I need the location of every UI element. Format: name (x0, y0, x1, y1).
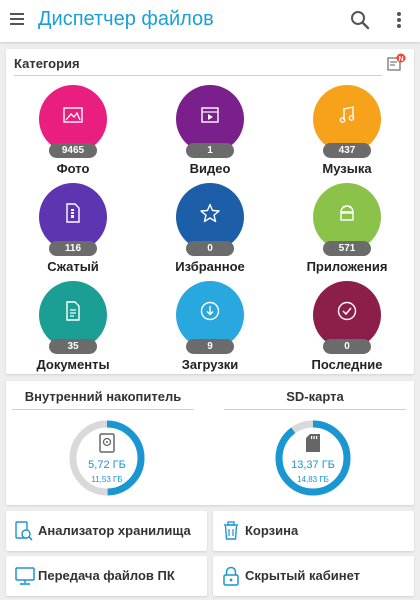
archive-label: Сжатый (47, 259, 99, 274)
internal-used: 5,72 ГБ (88, 459, 126, 471)
android-icon (340, 205, 354, 221)
video-icon (201, 107, 219, 123)
storage-analyzer-label: Анализатор хранилища (38, 523, 191, 538)
sd-card-icon (306, 434, 320, 452)
trash-icon (224, 521, 238, 540)
downloads-count: 9 (186, 339, 234, 354)
documents-label: Документы (36, 357, 110, 372)
sd-total: 14,83 ГБ (297, 475, 329, 484)
internal-storage-divider (12, 409, 194, 410)
favorites-label: Избранное (175, 259, 245, 274)
pc-transfer-button[interactable]: Передача файлов ПК (6, 556, 207, 596)
image-icon (63, 107, 83, 123)
app-bar: Диспетчер файлов (0, 0, 420, 42)
storage-analyzer-icon (15, 521, 33, 541)
star-icon (200, 203, 220, 223)
sd-card-divider (224, 409, 406, 410)
category-tile-photo[interactable]: 9465 Фото (13, 85, 133, 181)
pc-transfer-label: Передача файлов ПК (38, 568, 175, 583)
app-title: Диспетчер файлов (38, 8, 214, 30)
video-count: 1 (186, 143, 234, 158)
sd-card-ring[interactable]: 13,37 ГБ 14,83 ГБ (273, 418, 353, 498)
category-header: Категория (14, 56, 80, 71)
internal-storage-gauge (69, 420, 145, 496)
category-card: Категория N 9465 Фото 1 Видео 437 Музыка… (6, 49, 414, 374)
category-tile-apps[interactable]: 571 Приложения (287, 183, 407, 279)
trash-label: Корзина (245, 523, 299, 538)
hidden-cabinet-label: Скрытый кабинет (245, 568, 361, 583)
category-divider (14, 75, 382, 76)
edit-notes-icon[interactable]: N (386, 53, 406, 73)
apps-label: Приложения (306, 259, 388, 274)
music-label: Музыка (322, 161, 372, 176)
lock-icon (223, 566, 239, 586)
internal-total: 11,53 ГБ (91, 475, 123, 484)
archive-count: 116 (49, 241, 97, 256)
photo-label: Фото (56, 161, 90, 176)
sd-card-gauge (275, 420, 351, 496)
category-tile-archive[interactable]: 116 Сжатый (13, 183, 133, 279)
internal-storage-ring[interactable]: 5,72 ГБ 11,53 ГБ (67, 418, 147, 498)
more-vert-icon[interactable] (397, 12, 401, 28)
category-tile-music[interactable]: 437 Музыка (287, 85, 407, 181)
photo-count: 9465 (49, 143, 97, 158)
search-icon[interactable] (350, 10, 370, 30)
internal-storage-icon (99, 433, 115, 453)
recent-label: Последние (311, 357, 383, 372)
trash-button[interactable]: Корзина (213, 511, 414, 551)
download-icon (200, 301, 220, 321)
category-tile-favorites[interactable]: 0 Избранное (150, 183, 270, 279)
pc-monitor-icon (15, 567, 35, 585)
storage-analyzer-button[interactable]: Анализатор хранилища (6, 511, 207, 551)
music-note-icon (339, 106, 355, 123)
zip-icon (66, 203, 80, 223)
sd-used: 13,37 ГБ (291, 459, 335, 471)
recent-check-icon (337, 301, 357, 321)
svg-text:N: N (398, 56, 403, 63)
hidden-cabinet-button[interactable]: Скрытый кабинет (213, 556, 414, 596)
storage-card: Внутренний накопитель SD-карта 5,72 ГБ 1… (6, 381, 414, 505)
video-label: Видео (189, 161, 231, 176)
document-icon (66, 301, 80, 321)
category-tile-recent[interactable]: 0 Последние (287, 281, 407, 377)
downloads-label: Загрузки (181, 357, 239, 372)
sd-card-title: SD-карта (286, 389, 344, 404)
category-tile-documents[interactable]: 35 Документы (13, 281, 133, 377)
category-tile-downloads[interactable]: 9 Загрузки (150, 281, 270, 377)
internal-storage-title: Внутренний накопитель (24, 389, 182, 404)
music-count: 437 (323, 143, 371, 158)
hamburger-icon[interactable] (10, 13, 24, 25)
documents-count: 35 (49, 339, 97, 354)
category-tile-video[interactable]: 1 Видео (150, 85, 270, 181)
recent-count: 0 (323, 339, 371, 354)
favorites-count: 0 (186, 241, 234, 256)
apps-count: 571 (323, 241, 371, 256)
